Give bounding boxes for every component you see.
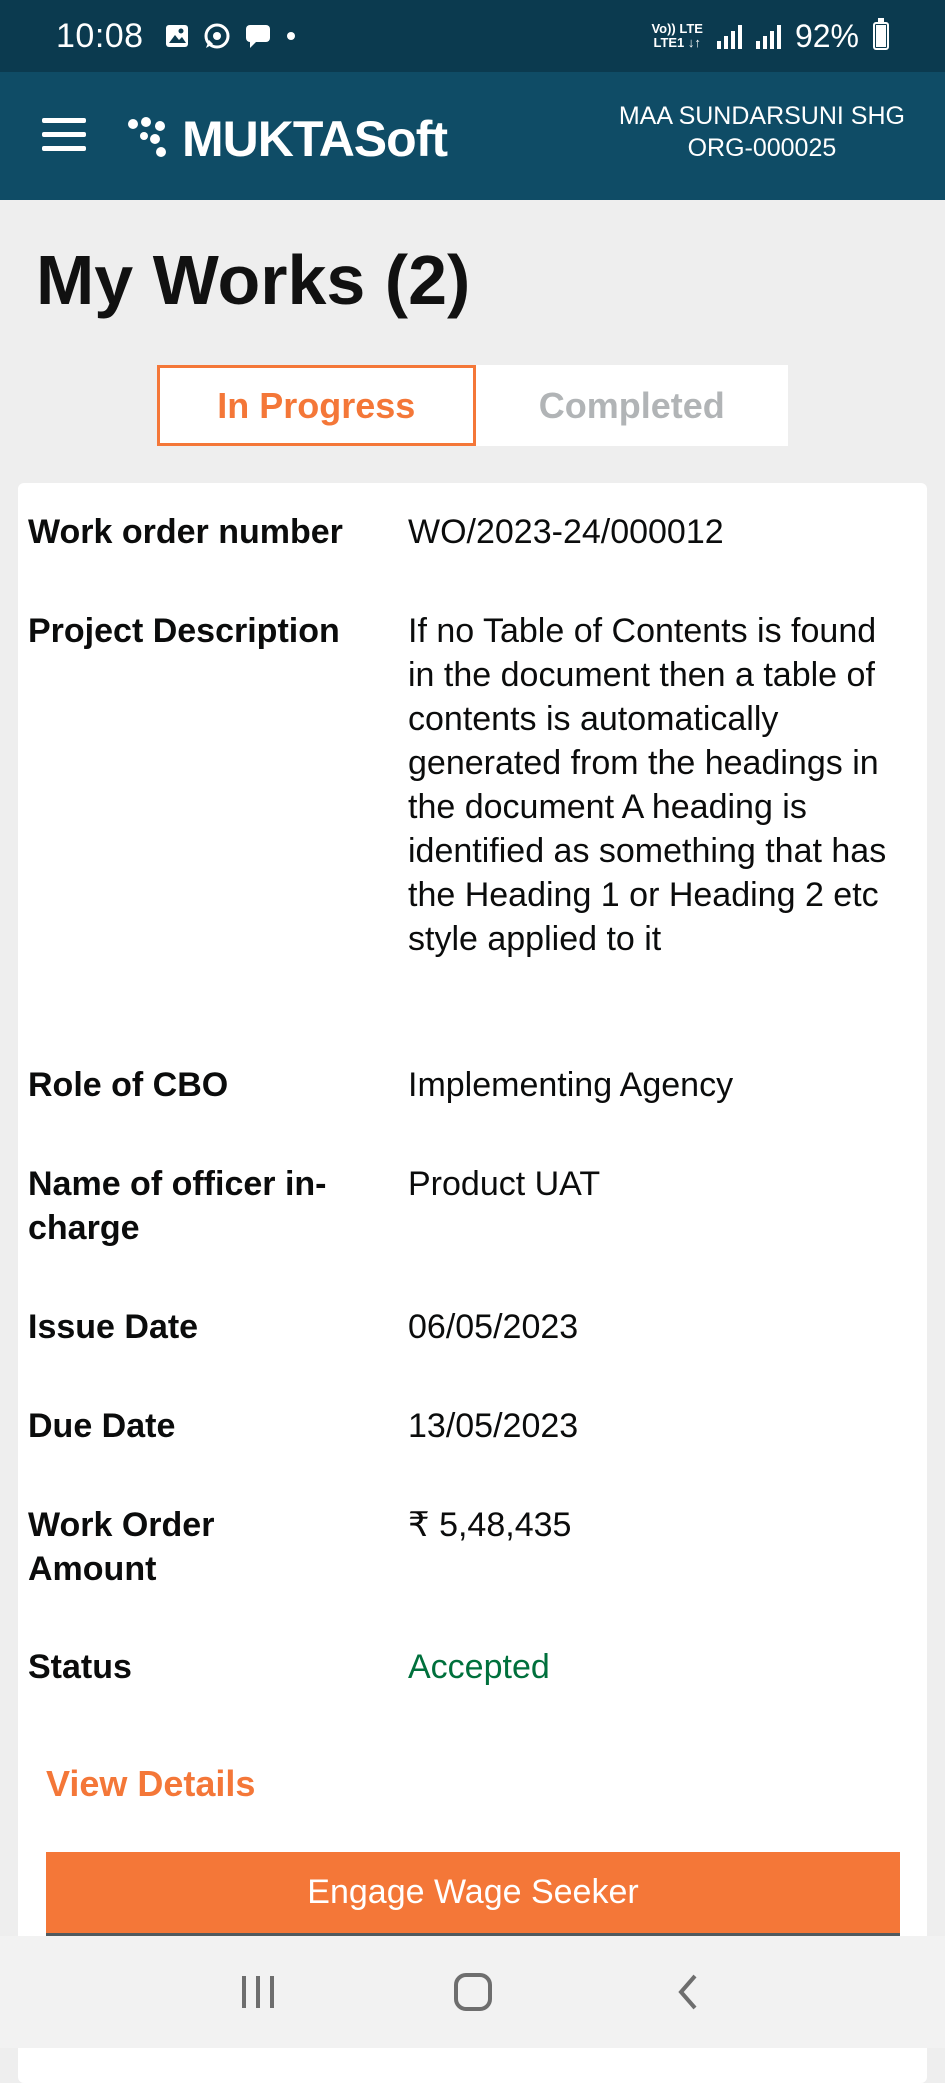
gallery-icon (165, 25, 188, 47)
signal-icon (716, 23, 742, 49)
tabs: In Progress Completed (157, 365, 788, 446)
issue-date-row: Issue Date 06/05/2023 (28, 1305, 888, 1349)
recent-apps-icon (241, 1976, 274, 2008)
tab-completed[interactable]: Completed (476, 365, 789, 446)
app-name: MUKTASoft (182, 111, 448, 167)
due-date-label: Due Date (28, 1407, 176, 1445)
home-icon (453, 1973, 492, 2011)
org-id: ORG-000025 (687, 134, 837, 162)
network-label: Vo)) LTE LTE1 ↓↑ (651, 22, 703, 50)
recent-apps-button[interactable] (218, 1962, 298, 2022)
back-button[interactable] (648, 1962, 728, 2022)
issue-date-value: 06/05/2023 (408, 1308, 579, 1346)
page-title: My Works (2) (36, 241, 471, 319)
project-description-value: If no Table of Contents is found in the … (408, 612, 887, 958)
due-date-row: Due Date 13/05/2023 (28, 1404, 888, 1448)
network-label-top: Vo)) LTE (651, 21, 703, 36)
menu-icon[interactable] (42, 118, 86, 152)
officer-value: Product UAT (408, 1165, 601, 1203)
system-status: Vo)) LTE LTE1 ↓↑ 92% (651, 18, 889, 55)
engage-wage-seeker-button[interactable]: Engage Wage Seeker (46, 1852, 900, 1936)
officer-row: Name of officer in-charge Product UAT (28, 1162, 888, 1250)
work-order-number-label: Work order number (28, 513, 343, 551)
logo: MUKTASoft (128, 110, 448, 168)
project-description-label: Project Description (28, 612, 340, 650)
status-time: 10:08 (56, 16, 144, 55)
amount-value: ₹ 5,48,435 (408, 1506, 572, 1544)
status-label: Status (28, 1648, 132, 1686)
role-value: Implementing Agency (408, 1066, 734, 1104)
work-order-number-row: Work order number WO/2023-24/000012 (28, 510, 888, 554)
app-header: MUKTASoft MAA SUNDARSUNI SHG ORG-000025 (0, 72, 945, 200)
project-description-row: Project Description If no Table of Conte… (28, 609, 888, 961)
status-bar: 10:08 Vo)) LTE LTE1 ↓↑ 92% (0, 0, 945, 72)
network-label-bottom: LTE1 ↓↑ (653, 35, 701, 50)
work-order-number-value: WO/2023-24/000012 (408, 513, 724, 551)
whatsapp-icon (204, 23, 230, 49)
battery-percent: 92% (794, 17, 859, 54)
back-icon (677, 1974, 697, 2010)
view-details-link[interactable]: View Details (46, 1763, 255, 1805)
role-label: Role of CBO (28, 1066, 229, 1104)
message-icon (245, 25, 270, 48)
due-date-value: 13/05/2023 (408, 1407, 579, 1445)
home-button[interactable] (433, 1962, 513, 2022)
battery-icon (873, 18, 889, 50)
role-row: Role of CBO Implementing Agency (28, 1063, 888, 1107)
logo-icon (128, 117, 168, 161)
notification-icons (164, 21, 298, 51)
org-name: MAA SUNDARSUNI SHG (618, 102, 905, 130)
status-value: Accepted (408, 1648, 550, 1686)
amount-row: Work Order Amount ₹ 5,48,435 (28, 1503, 888, 1591)
android-nav-bar (0, 1936, 945, 2048)
amount-label: Work Order Amount (28, 1506, 215, 1588)
issue-date-label: Issue Date (28, 1308, 199, 1346)
signal-icon (755, 23, 781, 49)
dot-icon (286, 32, 295, 40)
org-info: MAA SUNDARSUNI SHG ORG-000025 (619, 100, 905, 164)
status-row: Status Accepted (28, 1645, 888, 1689)
officer-label: Name of officer in-charge (28, 1165, 327, 1247)
tab-in-progress[interactable]: In Progress (157, 365, 476, 446)
